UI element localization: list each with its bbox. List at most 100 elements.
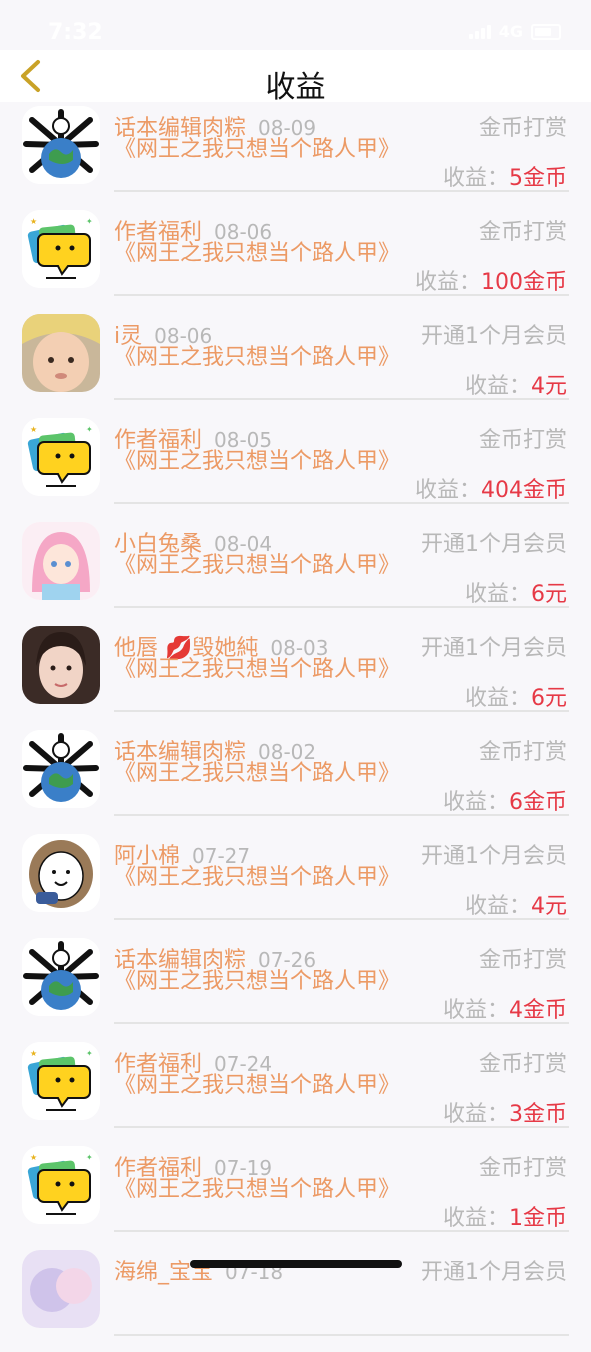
income-value: 100金币	[481, 270, 567, 295]
record-type: 开通1个月会员	[421, 636, 567, 661]
user-name: 海绵_宝宝 07-18	[114, 1260, 284, 1285]
status-bar: 7:32 4G	[0, 0, 591, 50]
avatar[interactable]	[22, 626, 100, 704]
avatar[interactable]	[22, 522, 100, 600]
record-type: 金币打赏	[478, 428, 567, 453]
avatar[interactable]	[22, 314, 100, 392]
income-row[interactable]: 话本编辑肉粽 08-09 金币打赏 《网王之我只想当个路人甲》 收益：5金币	[0, 104, 591, 208]
income-value: 4元	[531, 894, 567, 919]
record-type: 金币打赏	[478, 948, 567, 973]
income-amount: 收益：3金币	[443, 1096, 567, 1128]
book-title: 《网王之我只想当个路人甲》	[114, 761, 401, 786]
avatar[interactable]	[22, 730, 100, 808]
avatar[interactable]	[22, 1250, 100, 1328]
row-divider	[114, 1022, 569, 1024]
income-value: 4元	[531, 374, 567, 399]
income-value: 1金币	[509, 1206, 567, 1231]
income-row[interactable]: 小白兔桑 08-04 开通1个月会员 《网王之我只想当个路人甲》 收益：6元	[0, 520, 591, 624]
row-divider	[114, 190, 569, 192]
avatar[interactable]: ★ ✦	[22, 210, 100, 288]
income-row[interactable]: ★ ✦ 作者福利 08-05 金币打赏 《网王之我只想当个路人甲》 收益：404金币	[0, 416, 591, 520]
book-title: 《网王之我只想当个路人甲》	[114, 345, 401, 370]
book-title: 《网王之我只想当个路人甲》	[114, 1073, 401, 1098]
book-title: 《网王之我只想当个路人甲》	[114, 449, 401, 474]
svg-text:★: ★	[30, 217, 37, 226]
battery-icon	[531, 23, 561, 40]
income-value: 6元	[531, 686, 567, 711]
income-value: 4金币	[509, 998, 567, 1023]
income-value: 6元	[531, 582, 567, 607]
row-divider	[114, 814, 569, 816]
row-divider	[114, 1126, 569, 1128]
income-row[interactable]: ★ ✦ 作者福利 07-19 金币打赏 《网王之我只想当个路人甲》 收益：1金币	[0, 1144, 591, 1248]
income-row[interactable]: 话本编辑肉粽 08-02 金币打赏 《网王之我只想当个路人甲》 收益：6金币	[0, 728, 591, 832]
home-indicator	[190, 1260, 402, 1268]
row-divider	[114, 710, 569, 712]
income-label: 收益：	[464, 686, 531, 711]
income-amount: 收益：6金币	[443, 784, 567, 816]
income-amount: 收益：6元	[465, 680, 567, 712]
network-label: 4G	[498, 22, 523, 41]
income-label: 收益：	[442, 998, 509, 1023]
income-amount: 收益：4元	[465, 888, 567, 920]
record-type: 开通1个月会员	[421, 844, 567, 869]
income-row[interactable]: ★ ✦ 作者福利 07-24 金币打赏 《网王之我只想当个路人甲》 收益：3金币	[0, 1040, 591, 1144]
avatar[interactable]	[22, 834, 100, 912]
svg-text:★: ★	[30, 425, 37, 434]
row-divider	[114, 502, 569, 504]
income-label: 收益：	[414, 270, 481, 295]
avatar[interactable]	[22, 106, 100, 184]
income-label: 收益：	[464, 582, 531, 607]
avatar[interactable]: ★ ✦	[22, 418, 100, 496]
income-row[interactable]: 他唇 💋毁她純 08-03 开通1个月会员 《网王之我只想当个路人甲》 收益：6元	[0, 624, 591, 728]
signal-icon	[468, 24, 491, 39]
record-type: 金币打赏	[478, 220, 567, 245]
income-list: 话本编辑肉粽 08-09 金币打赏 《网王之我只想当个路人甲》 收益：5金币 ★ ✦ 作者福利…	[0, 104, 591, 1352]
avatar[interactable]: ★ ✦	[22, 1042, 100, 1120]
row-divider	[114, 606, 569, 608]
record-type: 金币打赏	[478, 1052, 567, 1077]
record-type: 金币打赏	[478, 1156, 567, 1181]
income-value: 3金币	[509, 1102, 567, 1127]
page-title: 收益	[265, 70, 326, 105]
row-divider	[114, 918, 569, 920]
book-title: 《网王之我只想当个路人甲》	[114, 657, 401, 682]
income-amount: 收益：5金币	[443, 160, 567, 192]
avatar[interactable]	[22, 938, 100, 1016]
status-indicators: 4G	[468, 22, 561, 41]
income-label: 收益：	[442, 790, 509, 815]
row-divider	[114, 398, 569, 400]
income-amount: 收益：4元	[465, 368, 567, 400]
income-amount: 收益：4金币	[443, 992, 567, 1024]
book-title: 《网王之我只想当个路人甲》	[114, 553, 401, 578]
book-title: 《网王之我只想当个路人甲》	[114, 1177, 401, 1202]
nav-bar: 收益	[0, 50, 591, 105]
row-divider	[114, 1334, 569, 1336]
svg-text:✦: ✦	[86, 1049, 93, 1058]
income-value: 6金币	[509, 790, 567, 815]
record-type: 金币打赏	[478, 116, 567, 141]
income-row[interactable]: ★ ✦ 作者福利 08-06 金币打赏 《网王之我只想当个路人甲》 收益：100金币	[0, 208, 591, 312]
svg-text:★: ★	[30, 1153, 37, 1162]
income-amount: 收益：404金币	[415, 472, 567, 504]
svg-text:✦: ✦	[86, 425, 93, 434]
income-value: 5金币	[509, 166, 567, 191]
record-type: 开通1个月会员	[421, 532, 567, 557]
income-label: 收益：	[464, 374, 531, 399]
income-label: 收益：	[464, 894, 531, 919]
record-type: 开通1个月会员	[421, 1260, 567, 1285]
income-amount: 收益：100金币	[415, 264, 567, 296]
svg-text:✦: ✦	[86, 217, 93, 226]
record-type: 金币打赏	[478, 740, 567, 765]
avatar[interactable]: ★ ✦	[22, 1146, 100, 1224]
book-title: 《网王之我只想当个路人甲》	[114, 137, 401, 162]
income-label: 收益：	[442, 1102, 509, 1127]
income-row[interactable]: i灵 08-06 开通1个月会员 《网王之我只想当个路人甲》 收益：4元	[0, 312, 591, 416]
income-label: 收益：	[414, 478, 481, 503]
income-row[interactable]: 阿小棉 07-27 开通1个月会员 《网王之我只想当个路人甲》 收益：4元	[0, 832, 591, 936]
book-title: 《网王之我只想当个路人甲》	[114, 969, 401, 994]
status-time: 7:32	[48, 20, 103, 45]
income-row[interactable]: 话本编辑肉粽 07-26 金币打赏 《网王之我只想当个路人甲》 收益：4金币	[0, 936, 591, 1040]
income-amount: 收益：1金币	[443, 1200, 567, 1232]
income-label: 收益：	[442, 1206, 509, 1231]
